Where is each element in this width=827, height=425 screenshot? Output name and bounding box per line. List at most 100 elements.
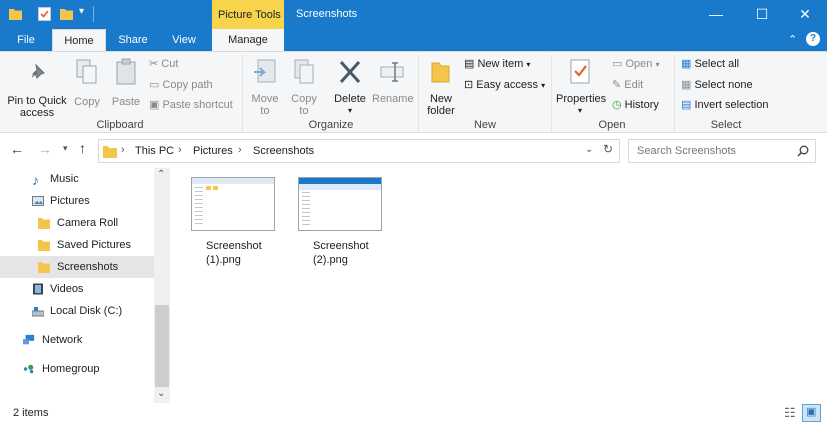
- collapse-ribbon-icon[interactable]: ⌃: [788, 33, 797, 46]
- new-item-button[interactable]: ▤ New item ▾: [464, 57, 530, 72]
- history-button[interactable]: ◷ History: [612, 98, 659, 112]
- file-item[interactable]: Screenshot (2).png: [295, 174, 385, 268]
- breadcrumb-chevron-icon[interactable]: ›: [178, 144, 182, 156]
- nav-item-network[interactable]: Network: [0, 329, 154, 351]
- nav-item-screenshots[interactable]: Screenshots: [0, 256, 154, 278]
- scroll-down-icon[interactable]: ⌄: [157, 388, 165, 399]
- select-all-button[interactable]: ▦ Select all: [681, 57, 739, 71]
- nav-label: Videos: [50, 283, 84, 295]
- properties-label: Properties: [556, 93, 607, 105]
- open-icon: ▭: [612, 58, 623, 70]
- nav-item-camera-roll[interactable]: Camera Roll: [0, 212, 154, 234]
- nav-item-saved-pictures[interactable]: Saved Pictures: [0, 234, 154, 256]
- maximize-button[interactable]: ☐: [739, 0, 785, 29]
- breadcrumb-this-pc[interactable]: This PC: [135, 145, 174, 157]
- pin-to-quick-access-button[interactable]: Pin to Quick access: [4, 61, 70, 119]
- breadcrumb-screenshots[interactable]: Screenshots: [253, 145, 314, 157]
- title-bar: ▾ Picture Tools Screenshots — ☐ ✕: [0, 0, 827, 29]
- homegroup-icon: [23, 364, 34, 374]
- copy-to-button[interactable]: Copy to: [286, 58, 322, 117]
- nav-item-videos[interactable]: Videos: [0, 278, 154, 300]
- large-icons-view-button[interactable]: ▣: [802, 404, 821, 422]
- invert-selection-button[interactable]: ▤ Invert selection: [681, 98, 768, 112]
- address-bar-row: ← → ▾ ↑ › This PC › Pictures › Screensho…: [0, 138, 827, 164]
- open-group-label: Open: [598, 119, 626, 131]
- details-view-icon[interactable]: ☷: [784, 405, 796, 421]
- cut-button[interactable]: ✂ Cut: [149, 57, 178, 71]
- new-folder-button[interactable]: New folder: [422, 58, 460, 117]
- search-icon[interactable]: [797, 145, 809, 157]
- paste-button[interactable]: Paste: [108, 58, 144, 108]
- tab-share[interactable]: Share: [108, 29, 158, 51]
- item-count: 2 items: [13, 407, 49, 419]
- folder-icon: [38, 262, 50, 273]
- nav-item-pictures[interactable]: Pictures: [0, 190, 154, 212]
- videos-icon: [33, 283, 43, 295]
- recent-locations-icon[interactable]: ▾: [63, 143, 68, 154]
- paste-shortcut-icon: ▣: [149, 99, 160, 111]
- scissors-icon: ✂: [149, 58, 159, 70]
- refresh-icon[interactable]: ↻: [603, 142, 613, 156]
- ribbon: Pin to Quick access Copy Paste ✂ Cut ▭ C…: [0, 51, 827, 133]
- file-name: Screenshot (1).png: [206, 239, 262, 267]
- breadcrumb-chevron-icon[interactable]: ›: [238, 144, 242, 156]
- group-divider: [242, 55, 243, 131]
- move-to-label-2: to: [260, 105, 270, 117]
- copy-path-button[interactable]: ▭ Copy path: [149, 78, 213, 92]
- open-button[interactable]: ▭ Open ▾: [612, 57, 659, 72]
- edit-button[interactable]: ✎ Edit: [612, 78, 643, 92]
- properties-button[interactable]: Properties ▾: [556, 58, 607, 117]
- scrollbar-thumb[interactable]: [155, 305, 169, 387]
- paste-label: Paste: [111, 96, 141, 108]
- move-to-button[interactable]: Move to: [248, 58, 282, 117]
- properties-icon[interactable]: [38, 7, 51, 21]
- new-folder-icon[interactable]: [60, 7, 73, 21]
- search-field[interactable]: Search Screenshots: [628, 139, 816, 163]
- breadcrumb-pictures[interactable]: Pictures: [193, 145, 233, 157]
- properties-dropdown-icon[interactable]: ▾: [556, 105, 604, 117]
- copy-to-icon: [294, 59, 314, 84]
- up-arrow-icon[interactable]: ↑: [79, 140, 86, 156]
- nav-item-homegroup[interactable]: Homegroup: [0, 358, 154, 380]
- file-name-line1: Screenshot: [206, 240, 262, 252]
- file-item[interactable]: Screenshot (1).png: [188, 174, 278, 268]
- help-icon[interactable]: ?: [806, 32, 820, 46]
- paste-shortcut-button[interactable]: ▣ Paste shortcut: [149, 98, 233, 112]
- drive-icon: [32, 307, 44, 317]
- nav-item-music[interactable]: ♪ Music: [0, 168, 154, 190]
- forward-arrow-icon[interactable]: →: [38, 141, 52, 157]
- easy-access-button[interactable]: ⊡ Easy access ▾: [464, 78, 545, 93]
- thumbnail-icon: [298, 177, 382, 231]
- rename-label: Rename: [372, 93, 414, 105]
- delete-dropdown-icon[interactable]: ▾: [330, 105, 370, 117]
- copy-path-icon: ▭: [149, 79, 160, 91]
- minimize-button[interactable]: —: [693, 0, 739, 29]
- edit-label: Edit: [624, 79, 644, 91]
- copy-to-label-2: to: [299, 105, 309, 117]
- folder-icon: [38, 240, 50, 251]
- scroll-up-icon[interactable]: ⌃: [157, 169, 165, 180]
- tab-view[interactable]: View: [158, 29, 210, 51]
- music-icon: ♪: [32, 172, 39, 188]
- nav-item-local-disk[interactable]: Local Disk (C:): [0, 300, 154, 322]
- back-arrow-icon[interactable]: ←: [10, 141, 24, 157]
- select-none-button[interactable]: ▦ Select none: [681, 78, 753, 92]
- tab-home[interactable]: Home: [52, 29, 106, 51]
- tab-manage[interactable]: Manage: [212, 29, 284, 51]
- search-input[interactable]: Search Screenshots: [637, 145, 736, 157]
- move-to-icon: [254, 59, 276, 83]
- qat-dropdown-icon[interactable]: ▾: [79, 6, 84, 17]
- tab-file[interactable]: File: [0, 29, 52, 51]
- address-field[interactable]: › This PC › Pictures › Screenshots ⌄ ↻: [98, 139, 620, 163]
- address-dropdown-icon[interactable]: ⌄: [585, 144, 593, 155]
- edit-icon: ✎: [612, 79, 622, 91]
- rename-icon: [380, 62, 404, 82]
- breadcrumb-chevron-icon[interactable]: ›: [121, 144, 125, 156]
- rename-button[interactable]: Rename: [372, 58, 414, 105]
- close-button[interactable]: ✕: [782, 0, 827, 29]
- pin-label-1: Pin to Quick: [7, 95, 67, 107]
- nav-scrollbar[interactable]: ⌃ ⌄: [154, 168, 170, 403]
- delete-button[interactable]: Delete ▾: [330, 58, 370, 117]
- navigation-pane: ♪ Music Pictures Camera Roll Saved Pictu…: [0, 168, 170, 403]
- copy-button[interactable]: Copy: [70, 58, 104, 108]
